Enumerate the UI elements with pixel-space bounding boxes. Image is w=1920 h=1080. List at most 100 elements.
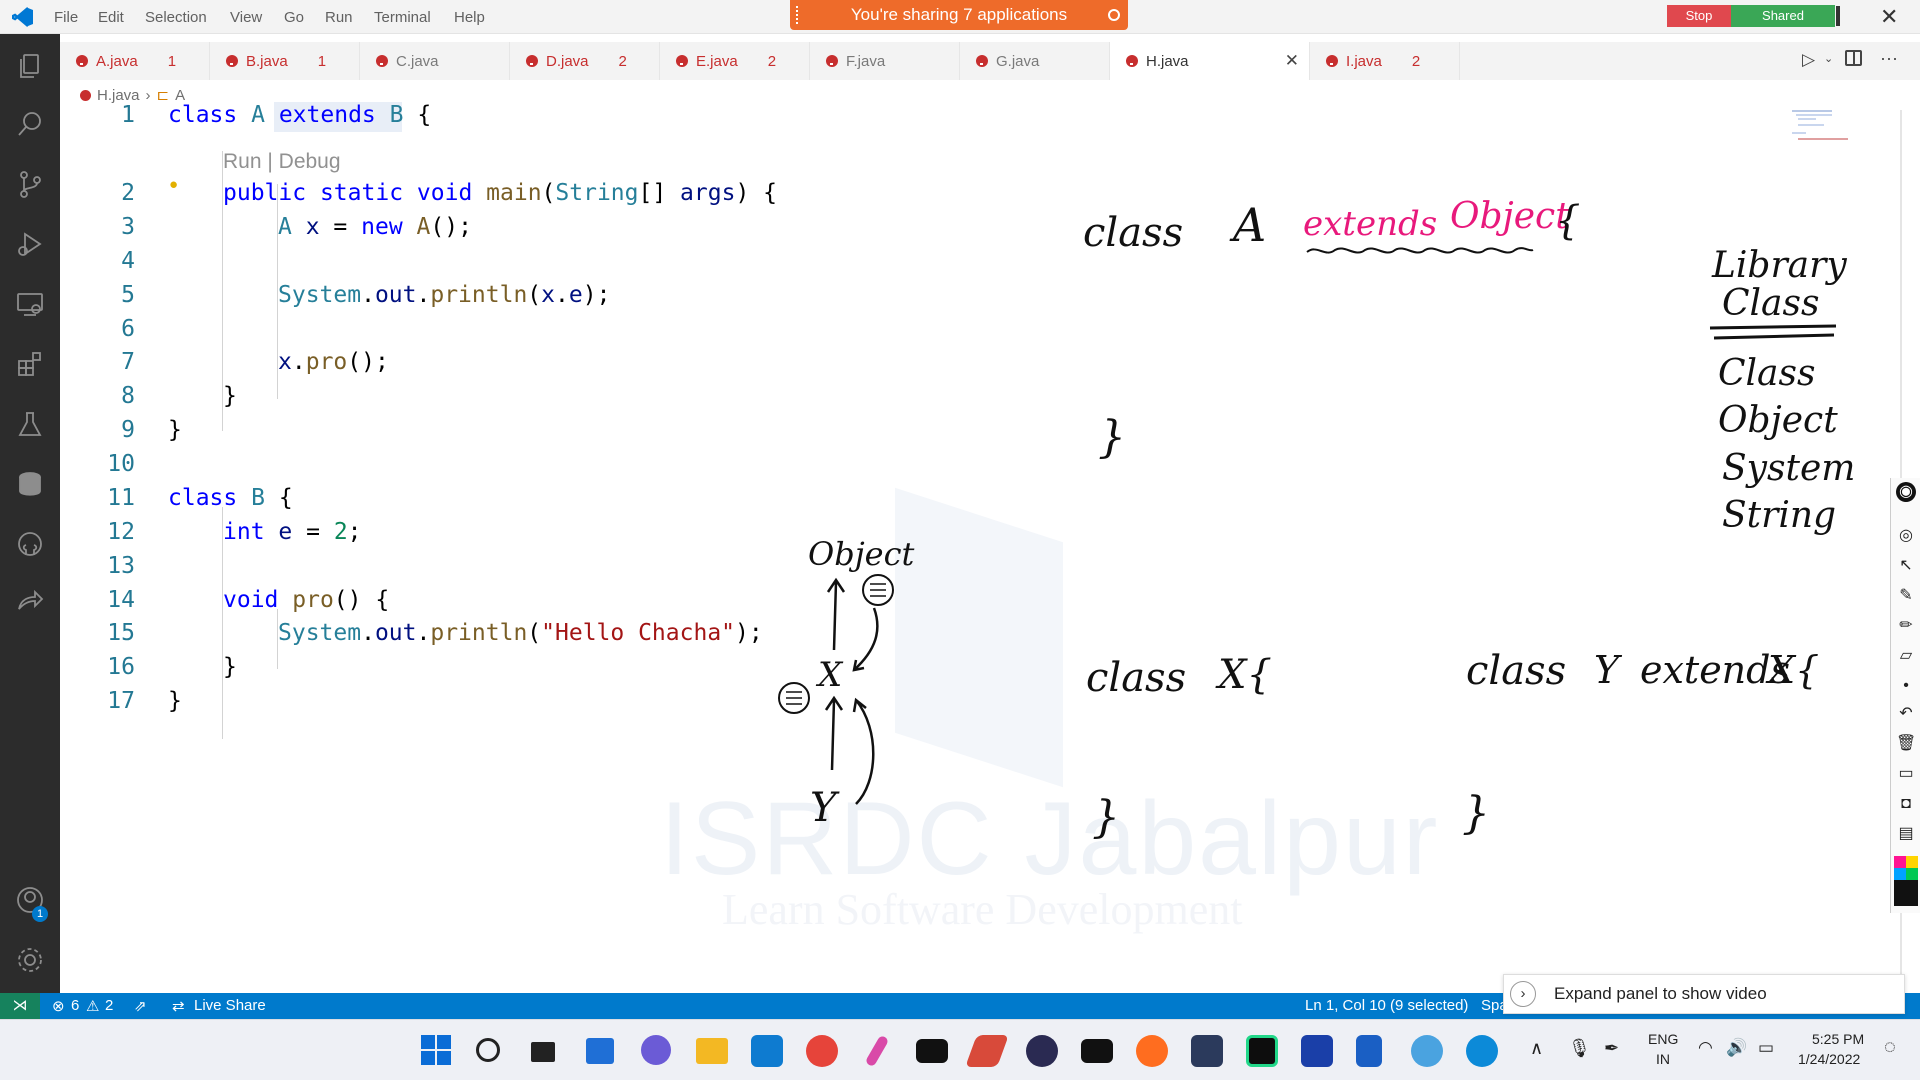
menu-view[interactable]: View [230,9,262,26]
warning-icon[interactable]: ⚠ [86,997,99,1015]
dev-tool-icon[interactable] [1191,1035,1223,1067]
more-actions-icon[interactable]: ··· [1880,48,1898,69]
color-palette[interactable] [1894,856,1918,906]
breadcrumb-symbol[interactable]: A [175,87,185,104]
split-editor-icon[interactable] [1845,50,1862,66]
remote-explorer-icon[interactable] [14,288,46,320]
expand-chevron-icon[interactable]: › [1510,981,1536,1007]
shared-button[interactable]: Shared [1731,5,1835,27]
database-icon[interactable] [14,468,46,500]
tab-d-java[interactable]: D.java 2 [510,42,660,80]
sharing-banner[interactable]: You're sharing 7 applications [790,0,1128,30]
clock-date[interactable]: 1/24/2022 [1798,1051,1860,1067]
terminal-icon[interactable] [916,1039,948,1063]
task-view-icon[interactable] [531,1042,555,1062]
menu-terminal[interactable]: Terminal [374,9,431,26]
drag-grip-icon[interactable] [796,6,802,24]
tray-chevron-icon[interactable]: ∧ [1530,1038,1543,1059]
video-panel[interactable]: › Expand panel to show video [1503,974,1905,1014]
tab-b-java[interactable]: B.java 1 [210,42,360,80]
minimap[interactable] [1788,108,1878,148]
mysql-icon[interactable] [1081,1039,1113,1063]
run-code-icon[interactable]: ▷ [1802,50,1815,70]
eraser-app-icon[interactable] [965,1035,1009,1067]
battery-icon[interactable]: ▭ [1758,1038,1774,1058]
menu-file[interactable]: File [54,9,78,26]
eye-icon[interactable]: ◎ [1896,526,1916,546]
line-number: 17 [107,688,135,714]
tab-i-java[interactable]: I.java 2 [1310,42,1460,80]
tab-e-java[interactable]: E.java 2 [660,42,810,80]
stop-sharing-button[interactable]: Stop [1667,5,1731,27]
run-debug-icon[interactable] [14,228,46,260]
lightbulb-icon[interactable]: ● [169,176,178,193]
trash-icon[interactable]: 🗑 [1896,734,1916,754]
tab-h-java[interactable]: H.java ✕ [1110,42,1310,80]
edge-icon[interactable] [1466,1035,1498,1067]
menu-run[interactable]: Run [325,9,353,26]
notepad-icon[interactable] [1356,1035,1382,1067]
breadcrumb-file[interactable]: H.java [97,87,140,104]
camera-icon[interactable]: ◘ [1896,794,1916,814]
github-icon[interactable] [14,528,46,560]
search-taskbar-icon[interactable] [476,1038,500,1062]
vscode-taskbar-icon[interactable] [751,1035,783,1067]
dot-icon[interactable]: • [1896,676,1916,696]
live-share-status-icon[interactable]: ⇄ [172,997,185,1015]
testing-icon[interactable] [14,408,46,440]
pen-icon[interactable]: ✏ [1896,616,1916,636]
share-status-icon[interactable]: ⇗ [134,997,147,1015]
live-share-icon[interactable] [14,588,46,620]
volume-icon[interactable]: 🔊 [1726,1038,1747,1058]
wifi-icon[interactable]: ◠ [1698,1038,1713,1058]
pen-tray-icon[interactable]: ✒ [1604,1038,1619,1059]
cursor-position[interactable]: Ln 1, Col 10 (9 selected) [1305,997,1468,1014]
menu-edit[interactable]: Edit [98,9,124,26]
tab-a-java[interactable]: A.java 1 [60,42,210,80]
remote-indicator-icon[interactable]: ⋊ [0,993,40,1019]
search-icon[interactable] [14,108,46,140]
warning-count[interactable]: 2 [105,997,113,1014]
notifications-icon[interactable]: ◌ [1884,1036,1896,1059]
explorer-icon[interactable] [14,50,46,82]
highlighter-icon[interactable]: ✎ [1896,586,1916,606]
close-tab-icon[interactable]: ✕ [1285,51,1299,71]
menu-selection[interactable]: Selection [145,9,207,26]
webex-icon[interactable] [1301,1035,1333,1067]
chrome-icon[interactable] [806,1035,838,1067]
tab-f-java[interactable]: F.java [810,42,960,80]
extensions-icon[interactable] [14,348,46,380]
pen-menu-icon[interactable]: ◉ [1896,482,1916,502]
clock-time[interactable]: 5:25 PM [1812,1031,1864,1047]
eclipse-icon[interactable] [1026,1035,1058,1067]
pointer-icon[interactable]: ↖ [1896,556,1916,576]
undo-icon[interactable]: ↶ [1896,704,1916,724]
input-region[interactable]: IN [1656,1051,1670,1067]
pen-app-icon[interactable] [864,1034,890,1068]
eraser-icon[interactable]: ▱ [1896,646,1916,666]
input-language[interactable]: ENG [1648,1031,1678,1047]
source-control-icon[interactable] [14,168,46,200]
menu-go[interactable]: Go [284,9,304,26]
close-window-icon[interactable]: ✕ [1880,4,1898,30]
python-idle-icon[interactable] [1411,1035,1443,1067]
error-count[interactable]: 6 [71,997,79,1014]
clipboard-icon[interactable]: ▤ [1896,824,1916,844]
file-explorer-icon[interactable] [696,1038,728,1064]
tab-c-java[interactable]: C.java [360,42,510,80]
live-share-status[interactable]: Live Share [194,997,266,1014]
microphone-icon[interactable]: 🎙 [1568,1038,1591,1059]
menu-help[interactable]: Help [454,9,485,26]
line-number: 14 [107,587,135,613]
teams-chat-icon[interactable] [641,1035,671,1065]
run-dropdown-chevron-icon[interactable]: ⌄ [1824,52,1833,65]
widgets-icon[interactable] [586,1038,614,1064]
start-menu-icon[interactable] [421,1035,453,1067]
tab-g-java[interactable]: G.java [960,42,1110,80]
codelens-run-debug[interactable]: Run | Debug [223,150,341,174]
errors-icon[interactable]: ⊗ [52,997,65,1015]
whiteboard-icon[interactable]: ▭ [1896,764,1916,784]
settings-gear-icon[interactable] [14,944,46,976]
firefox-icon[interactable] [1136,1035,1168,1067]
pycharm-icon[interactable] [1246,1035,1278,1067]
